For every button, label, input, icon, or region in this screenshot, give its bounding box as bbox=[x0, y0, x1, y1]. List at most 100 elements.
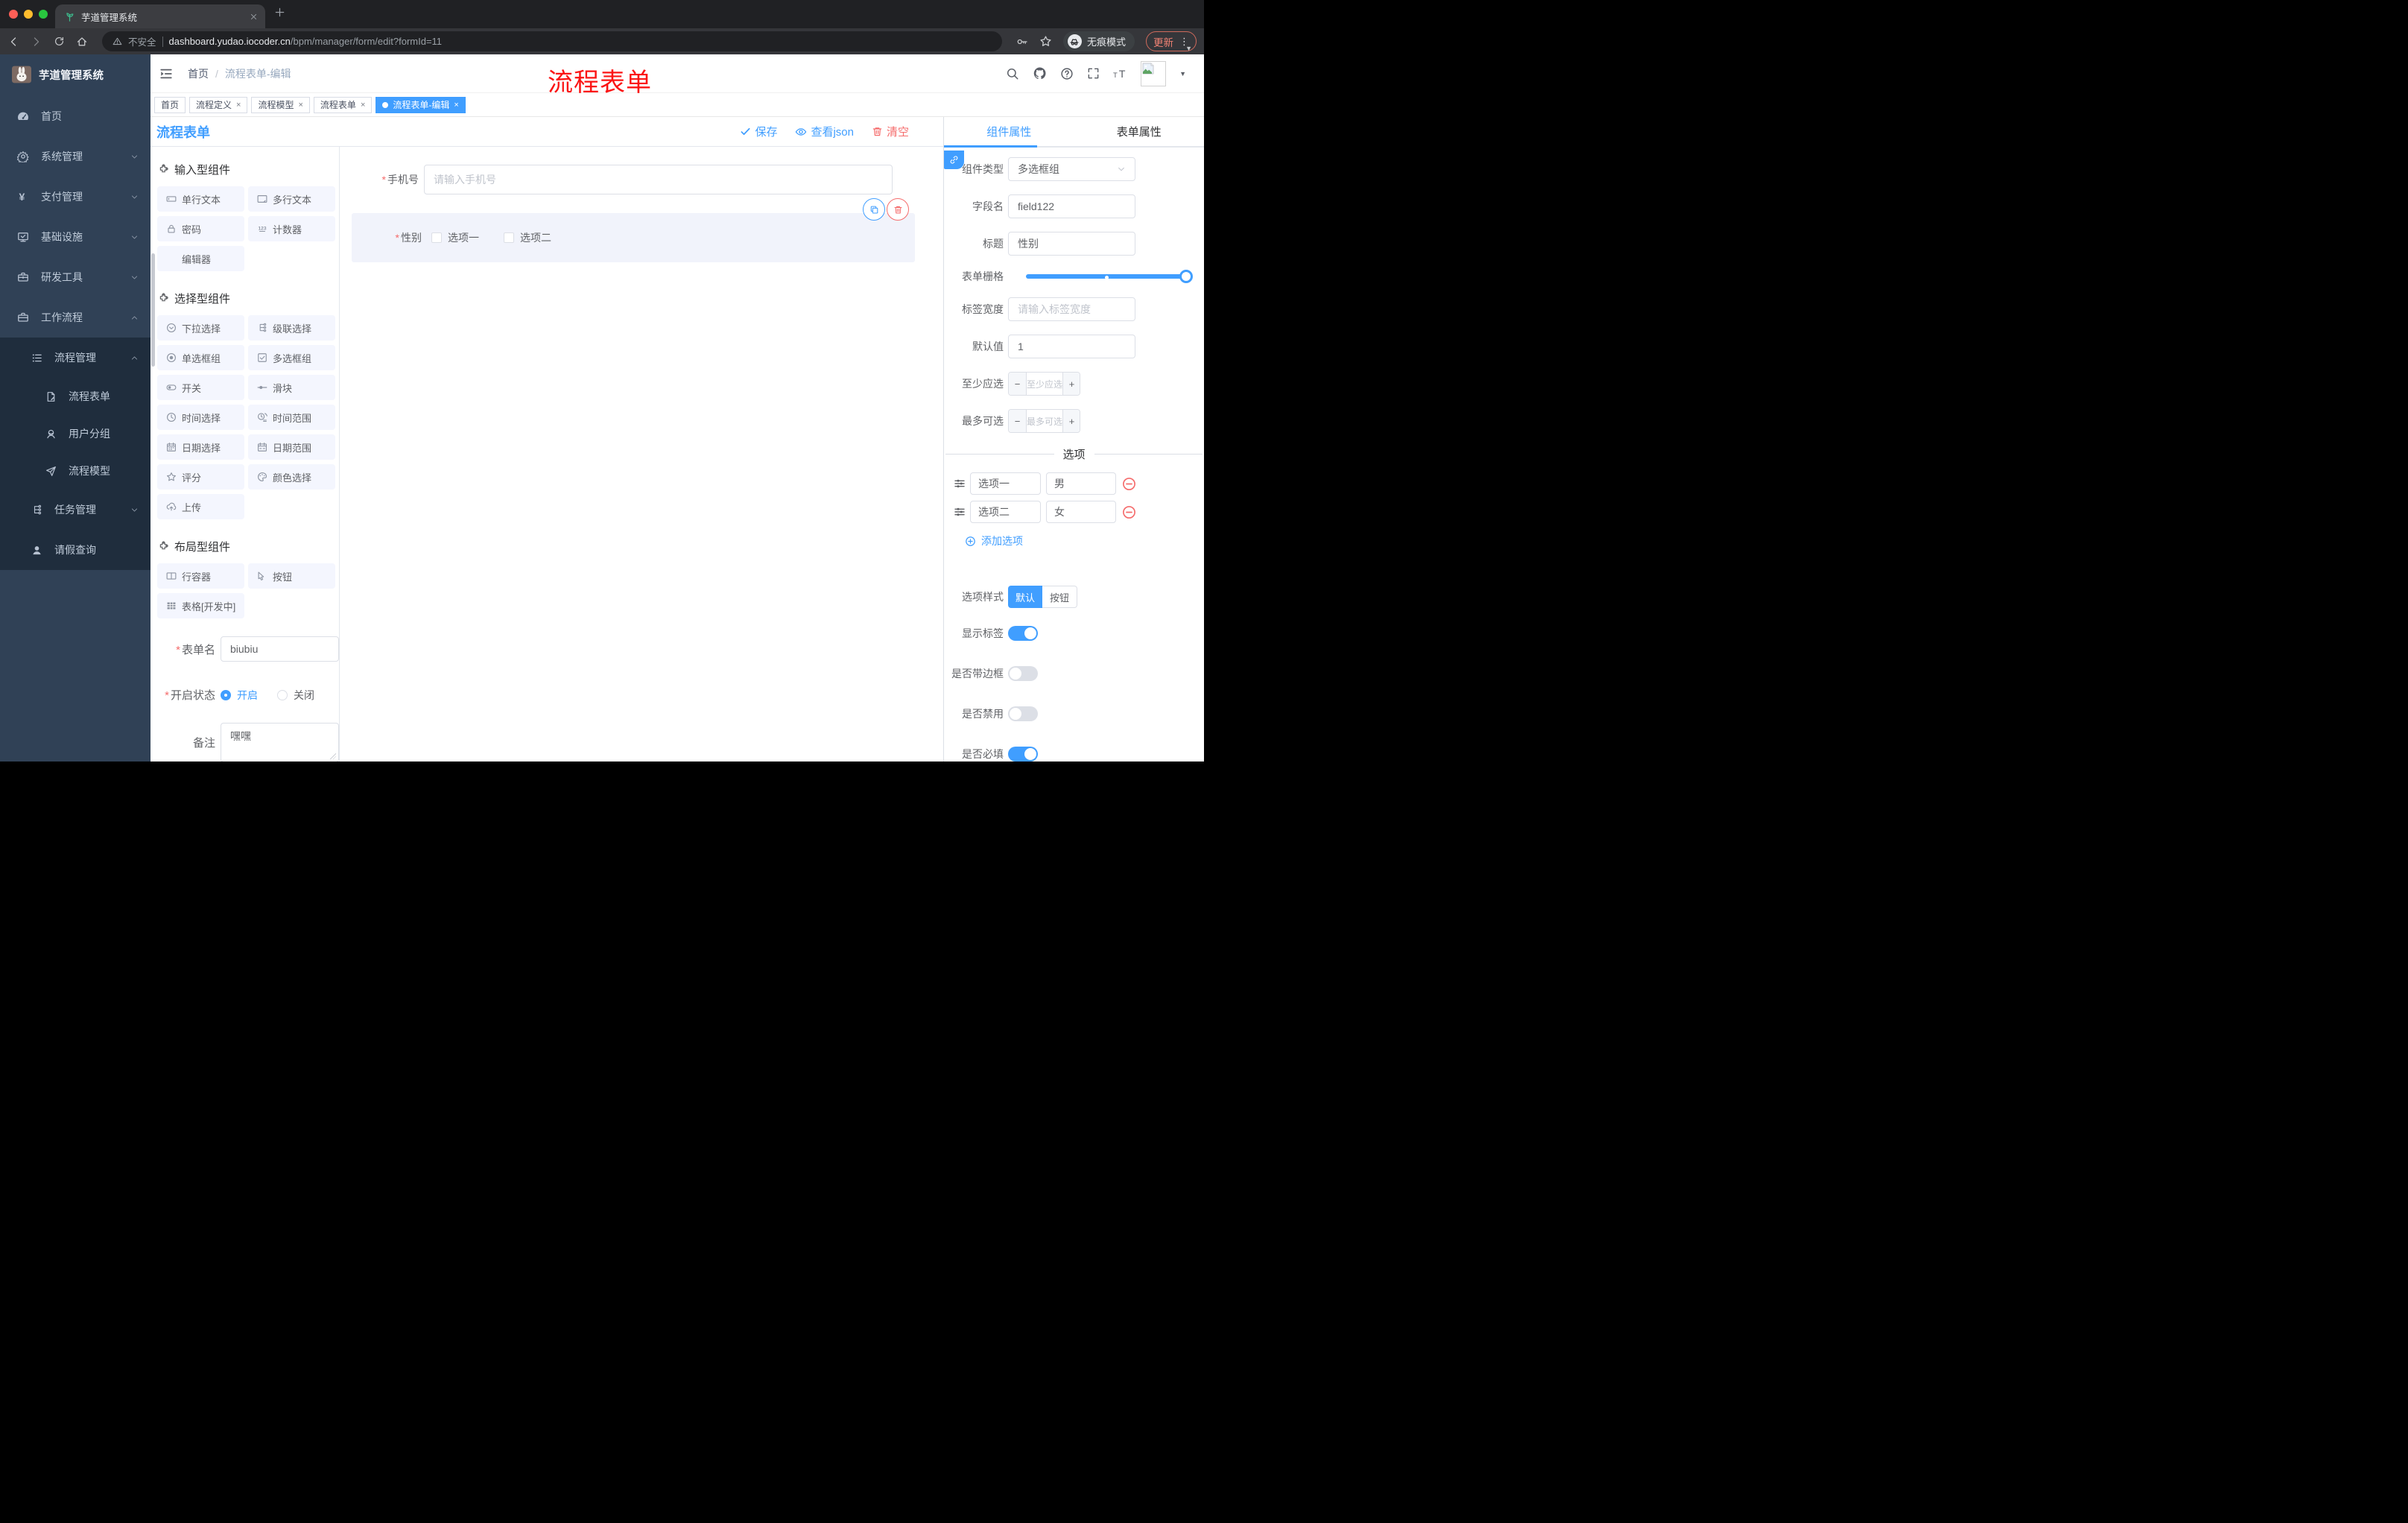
palette-item-开关[interactable]: 开关 bbox=[157, 375, 244, 400]
sidebar-item-请假查询[interactable]: 请假查询 bbox=[0, 530, 150, 570]
sidebar-fold-icon[interactable] bbox=[159, 67, 173, 80]
breadcrumb-home[interactable]: 首页 bbox=[188, 66, 209, 81]
sidebar-item-工作流程[interactable]: 工作流程 bbox=[0, 297, 150, 338]
palette-item-日期选择[interactable]: 日期选择 bbox=[157, 434, 244, 460]
option-value-input[interactable]: 男 bbox=[1046, 472, 1116, 495]
palette-item-级联选择[interactable]: 级联选择 bbox=[248, 315, 335, 341]
stepper-increase-button[interactable]: + bbox=[1063, 410, 1080, 432]
github-icon[interactable] bbox=[1033, 66, 1047, 80]
palette-item-按钮[interactable]: 按钮 bbox=[248, 563, 335, 589]
window-minimize-button[interactable] bbox=[24, 10, 33, 19]
home-icon[interactable] bbox=[76, 36, 88, 48]
form-remark-textarea[interactable]: 嘿嘿 bbox=[221, 723, 339, 762]
password-key-icon[interactable] bbox=[1016, 36, 1028, 48]
remove-option-button[interactable] bbox=[1122, 505, 1136, 519]
form-name-input[interactable]: biubiu bbox=[221, 636, 339, 662]
toggle-是否带边框[interactable] bbox=[1008, 666, 1038, 681]
save-button[interactable]: 保存 bbox=[740, 124, 777, 139]
tag-流程表单[interactable]: 流程表单 × bbox=[313, 96, 373, 113]
gender-checkbox-选项二[interactable]: 选项二 bbox=[504, 230, 551, 245]
toggle-是否禁用[interactable] bbox=[1008, 706, 1038, 721]
stepper-decrease-button[interactable]: − bbox=[1009, 373, 1026, 395]
palette-item-行容器[interactable]: 行容器 bbox=[157, 563, 244, 589]
palette-item-时间选择[interactable]: 时间选择 bbox=[157, 405, 244, 430]
tag-close-icon[interactable]: × bbox=[298, 101, 302, 110]
tag-close-icon[interactable]: × bbox=[236, 101, 241, 110]
avatar[interactable] bbox=[1141, 60, 1167, 86]
min-select-input[interactable]: 至少应选 bbox=[1026, 373, 1064, 395]
sidebar-item-用户分组[interactable]: 用户分组 bbox=[0, 415, 150, 452]
field-name-input[interactable]: field122 bbox=[1008, 194, 1135, 218]
palette-item-单选框组[interactable]: 单选框组 bbox=[157, 345, 244, 370]
form-canvas[interactable]: * 手机号 请输入手机号 * 性别 选项一 选项二 bbox=[340, 147, 943, 762]
sidebar-item-基础设施[interactable]: 基础设施 bbox=[0, 217, 150, 257]
tag-首页[interactable]: 首页 bbox=[154, 96, 186, 113]
checkbox-icon[interactable] bbox=[431, 232, 442, 243]
drag-handle-icon[interactable] bbox=[954, 506, 966, 518]
option-value-input[interactable]: 女 bbox=[1046, 501, 1116, 523]
new-tab-button[interactable] bbox=[274, 7, 285, 18]
label-width-input[interactable]: 请输入标签宽度 bbox=[1008, 297, 1135, 321]
palette-item-评分[interactable]: 评分 bbox=[157, 464, 244, 490]
back-icon[interactable] bbox=[7, 36, 19, 48]
stepper-decrease-button[interactable]: − bbox=[1009, 410, 1026, 432]
reload-icon[interactable] bbox=[54, 36, 65, 47]
palette-item-表格[开发中][interactable]: 表格[开发中] bbox=[157, 593, 244, 618]
view-json-button[interactable]: 查看json bbox=[795, 124, 854, 139]
style-default-button[interactable]: 默认 bbox=[1008, 586, 1043, 608]
toggle-显示标签[interactable] bbox=[1008, 626, 1038, 641]
avatar-caret-icon[interactable]: ▼ bbox=[1179, 70, 1186, 77]
status-on-radio[interactable] bbox=[221, 689, 231, 700]
toggle-是否必填[interactable] bbox=[1008, 747, 1038, 762]
option-label-input[interactable]: 选项二 bbox=[970, 501, 1041, 523]
address-bar[interactable]: 不安全 dashboard.yudao.iocoder.cn/bpm/manag… bbox=[102, 31, 1002, 51]
link-collapse-tab[interactable] bbox=[944, 151, 964, 169]
browser-tab[interactable]: 芋道管理系统 bbox=[55, 4, 265, 28]
palette-scrollbar[interactable] bbox=[150, 147, 156, 762]
duplicate-field-button[interactable] bbox=[863, 198, 885, 221]
help-icon[interactable] bbox=[1060, 67, 1074, 80]
palette-item-密码[interactable]: 密码 bbox=[157, 216, 244, 241]
search-icon[interactable] bbox=[1006, 67, 1019, 80]
gender-field-selected[interactable]: * 性别 选项一 选项二 bbox=[352, 198, 915, 262]
bookmark-star-icon[interactable] bbox=[1039, 35, 1052, 48]
tag-close-icon[interactable]: × bbox=[454, 101, 458, 110]
gender-checkbox-选项一[interactable]: 选项一 bbox=[431, 230, 479, 245]
tag-close-icon[interactable]: × bbox=[361, 101, 365, 110]
style-button-button[interactable]: 按钮 bbox=[1042, 586, 1078, 608]
sidebar-logo[interactable]: 芋道管理系统 bbox=[0, 57, 150, 92]
palette-item-滑块[interactable]: 滑块 bbox=[248, 375, 335, 400]
palette-item-计数器[interactable]: 123 计数器 bbox=[248, 216, 335, 241]
window-zoom-button[interactable] bbox=[39, 10, 48, 19]
palette-item-多行文本[interactable]: 多行文本 bbox=[248, 186, 335, 212]
tab-component-props[interactable]: 组件属性 bbox=[944, 117, 1074, 146]
phone-field-row[interactable]: * 手机号 请输入手机号 bbox=[340, 165, 943, 194]
clear-button[interactable]: 清空 bbox=[872, 124, 909, 139]
sidebar-item-流程模型[interactable]: 流程模型 bbox=[0, 452, 150, 490]
tag-流程模型[interactable]: 流程模型 × bbox=[251, 96, 310, 113]
palette-item-颜色选择[interactable]: 颜色选择 bbox=[248, 464, 335, 490]
palette-item-下拉选择[interactable]: 下拉选择 bbox=[157, 315, 244, 341]
palette-item-多选框组[interactable]: 多选框组 bbox=[248, 345, 335, 370]
palette-item-时间范围[interactable]: 时间范围 bbox=[248, 405, 335, 430]
forward-icon[interactable] bbox=[31, 36, 42, 48]
sidebar-item-任务管理[interactable]: 任务管理 bbox=[0, 490, 150, 530]
drag-handle-icon[interactable] bbox=[954, 478, 966, 490]
stepper-increase-button[interactable]: + bbox=[1063, 373, 1080, 395]
palette-item-上传[interactable]: 上传 bbox=[157, 494, 244, 519]
tag-流程定义[interactable]: 流程定义 × bbox=[189, 96, 248, 113]
window-close-button[interactable] bbox=[9, 10, 18, 19]
status-off-label[interactable]: 关闭 bbox=[294, 688, 314, 703]
default-value-input[interactable]: 1 bbox=[1008, 335, 1135, 358]
sidebar-item-研发工具[interactable]: 研发工具 bbox=[0, 257, 150, 297]
phone-field-input[interactable]: 请输入手机号 bbox=[424, 165, 893, 194]
window-controls[interactable] bbox=[9, 10, 48, 19]
palette-item-日期范围[interactable]: 日期范围 bbox=[248, 434, 335, 460]
status-on-label[interactable]: 开启 bbox=[237, 688, 258, 703]
palette-scrollbar-thumb[interactable] bbox=[151, 253, 155, 367]
resize-grip[interactable] bbox=[330, 753, 336, 759]
status-off-radio[interactable] bbox=[277, 689, 288, 700]
option-label-input[interactable]: 选项一 bbox=[970, 472, 1041, 495]
add-option-button[interactable]: 添加选项 bbox=[965, 533, 1204, 548]
sidebar-item-系统管理[interactable]: 系统管理 bbox=[0, 136, 150, 177]
